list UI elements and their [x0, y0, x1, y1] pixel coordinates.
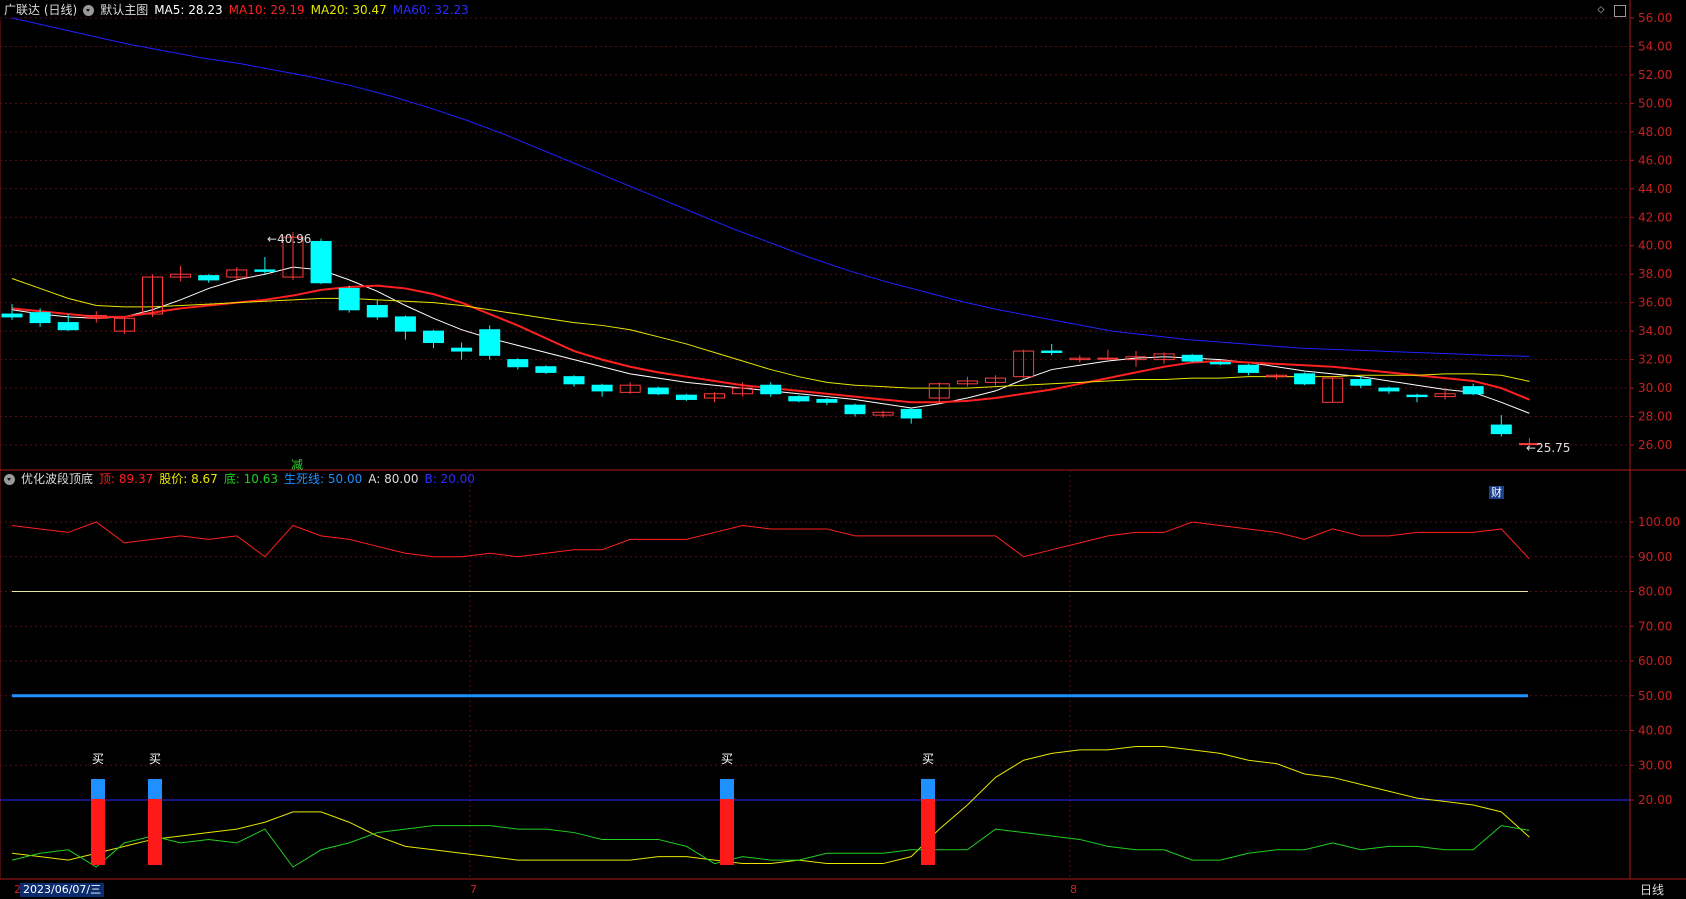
ma60-line	[11, 17, 1530, 357]
indicator-tick-label: 80.00	[1638, 585, 1672, 599]
price-panel	[1, 17, 1540, 449]
price-tick-label: 50.00	[1638, 96, 1672, 110]
candle-down	[788, 396, 810, 402]
candle-down	[1294, 373, 1316, 385]
chart-canvas[interactable]: 买 买 买 买 56.00 54.00 52.00 50.00 48.00 46.00 44.00…	[0, 0, 1686, 899]
indicator-tick-label: 40.00	[1638, 724, 1672, 738]
candle-down	[338, 287, 360, 311]
price-tick-label: 26.00	[1638, 438, 1672, 452]
price-tick-label: 42.00	[1638, 210, 1672, 224]
price-tick-label: 48.00	[1638, 125, 1672, 139]
indicator-tick-label: 60.00	[1638, 654, 1672, 668]
price-tick-label: 38.00	[1638, 267, 1672, 281]
candle-down	[1237, 364, 1259, 373]
buy-signal-blue-bar	[91, 779, 105, 799]
candle-down	[394, 316, 416, 332]
price-tick-label: 34.00	[1638, 324, 1672, 338]
ma20-line	[11, 277, 1530, 389]
candle-down	[675, 394, 697, 400]
candle-down	[1350, 379, 1372, 386]
candle-up	[1097, 357, 1119, 360]
candle-down	[1, 313, 23, 318]
buy-signal-label: 买	[922, 752, 934, 766]
candle-down	[760, 384, 782, 395]
candle-down	[591, 384, 613, 392]
period-button[interactable]: 日线	[1640, 883, 1664, 897]
candle-down	[451, 347, 473, 352]
price-tick-label: 30.00	[1638, 381, 1672, 395]
price-tick-label: 44.00	[1638, 182, 1672, 196]
arrow-left-icon: ←	[267, 232, 278, 246]
price-tick-label: 40.00	[1638, 239, 1672, 253]
candle-down	[310, 240, 332, 284]
finance-tag[interactable]: 财	[1489, 486, 1504, 499]
reduce-tag[interactable]: 减	[291, 456, 303, 473]
buy-signal-label: 买	[721, 752, 733, 766]
candle-down	[254, 269, 276, 272]
candle-down	[1378, 387, 1400, 392]
indicator-tick-label: 100.00	[1638, 515, 1680, 529]
candle-down	[844, 404, 866, 415]
candle-down	[29, 312, 51, 324]
candle-down	[1490, 424, 1512, 435]
candle-down	[535, 366, 557, 373]
price-tick-label: 56.00	[1638, 11, 1672, 25]
candle-down	[1041, 350, 1063, 353]
candle-down	[1181, 354, 1203, 362]
indicator-tick-label: 70.00	[1638, 619, 1672, 633]
candle-down	[423, 330, 444, 344]
buy-signal-blue-bar	[720, 779, 734, 799]
top-line	[11, 521, 1530, 560]
candle-down	[479, 329, 501, 356]
price-tick-label: 36.00	[1638, 296, 1672, 310]
price-tick-label: 32.00	[1638, 353, 1672, 367]
left-marker: 2	[14, 883, 21, 896]
indicator-tick-label: 20.00	[1638, 793, 1672, 807]
candle-down	[57, 322, 79, 331]
candle-down	[1209, 361, 1231, 365]
candle-down	[1406, 394, 1428, 398]
buy-signal-blue-bar	[148, 779, 162, 799]
buy-signal-label: 买	[92, 752, 104, 766]
buy-signal-blue-bar	[921, 779, 935, 799]
month-8-label: 8	[1070, 883, 1077, 896]
candle-down	[900, 408, 922, 419]
candle-down	[366, 305, 388, 318]
price-axis: 56.00 54.00 52.00 50.00 48.00 46.00 44.00 42.00…	[1630, 11, 1680, 807]
candle-down	[647, 387, 669, 395]
price-line	[11, 745, 1530, 865]
price-tick-label: 46.00	[1638, 153, 1672, 167]
candle-down	[563, 376, 585, 385]
buy-signal-label: 买	[149, 752, 161, 766]
price-tick-label: 52.00	[1638, 68, 1672, 82]
price-tick-label: 54.00	[1638, 39, 1672, 53]
indicator-tick-label: 30.00	[1638, 758, 1672, 772]
low-price-label: ←25.75	[1526, 441, 1571, 455]
indicator-tick-label: 50.00	[1638, 689, 1672, 703]
chart-frame	[0, 0, 1686, 880]
candle-down	[198, 275, 220, 281]
grid-lines	[0, 17, 1630, 879]
arrow-left-icon-2: ←	[1526, 441, 1537, 455]
month-7-label: 7	[470, 883, 477, 896]
date-label: 2023/06/07/三	[20, 883, 105, 897]
indicator-panel: 买买买买	[0, 521, 1630, 868]
candle-down	[507, 359, 529, 368]
high-price-label: ←40.96	[267, 232, 312, 246]
candle-down	[816, 398, 838, 403]
candle-down	[1462, 386, 1484, 395]
indicator-tick-label: 90.00	[1638, 550, 1672, 564]
price-tick-label: 28.00	[1638, 410, 1672, 424]
bottom-line	[11, 825, 1530, 868]
